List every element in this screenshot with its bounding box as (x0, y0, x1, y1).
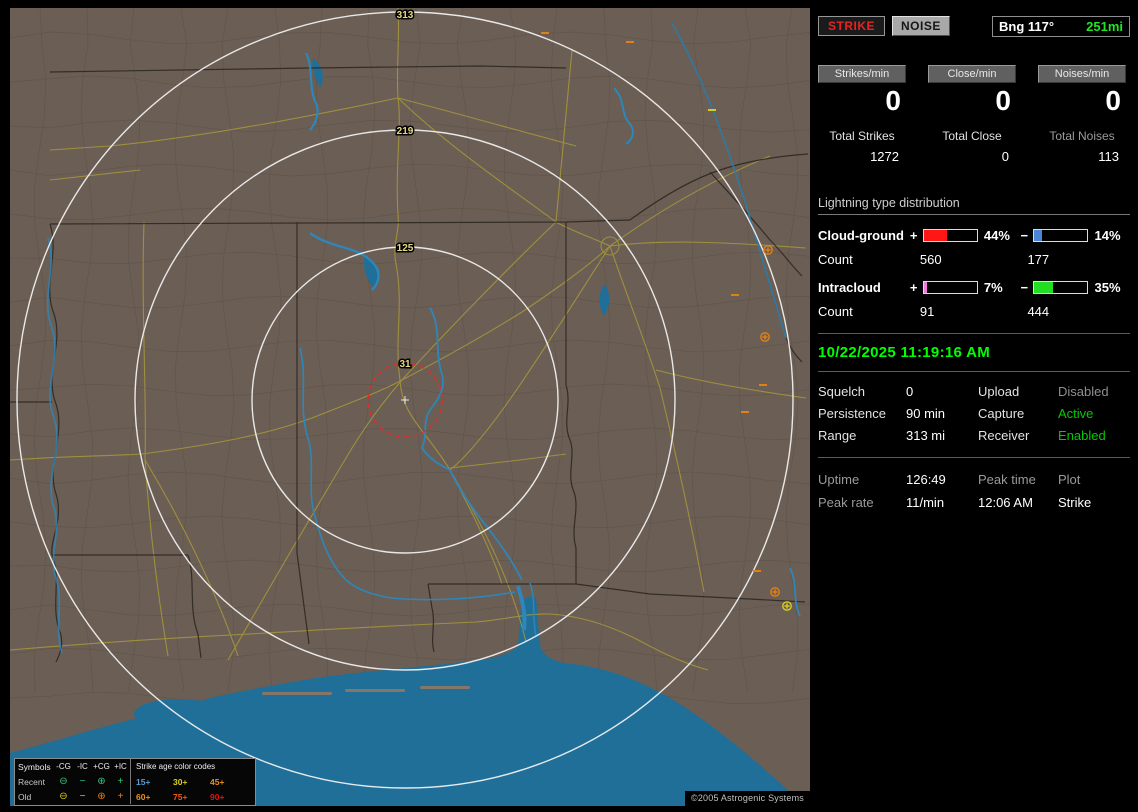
lightning-map: 313 219 125 31 Symbols -CG -IC +CG +IC S… (10, 8, 810, 806)
range-label: Range (818, 427, 857, 443)
symbol-legend: Symbols -CG -IC +CG +IC Strike age color… (14, 758, 256, 806)
cg-negative-percent: 14% (1094, 227, 1121, 243)
close-min-button[interactable]: Close/min (928, 65, 1016, 83)
ring-label-313: 313 (397, 10, 414, 21)
persistence-label: Persistence (818, 405, 886, 421)
legend-type-pos-cg: +CG (93, 761, 110, 771)
plus-sign: + (909, 279, 918, 295)
total-noises-value: 113 (1098, 148, 1119, 164)
strikes-min-button[interactable]: Strikes/min (818, 65, 906, 83)
mode-header: STRIKE NOISE Bng 117° 251mi (818, 15, 1130, 37)
ring-label-125: 125 (397, 243, 414, 254)
legend-type-pos-ic: +IC (114, 761, 127, 771)
intracloud-row: Intracloud + 7% − 35% (818, 280, 1130, 295)
legend-age-row: Old ⊖ − ⊕ +60+ 75+ 90+ (15, 789, 255, 804)
copyright-notice: ©2005 Astrogenic Systems (685, 791, 810, 806)
total-noises-label: Total Noises (1049, 128, 1115, 143)
intracloud-counts: Count 91 444 (818, 304, 1130, 319)
noises-counter-column: Noises/min 0 Total Noises 113 (1038, 65, 1126, 164)
legend-body: Recent ⊖ − ⊕ +15+ 30+ 45+ Old ⊖ − ⊕ +60+ 75+ 90+ (15, 774, 255, 804)
legend-symbols-title: Symbols (18, 761, 51, 772)
receiver-label: Receiver (978, 427, 1030, 443)
session-stats-grid: Uptime 126:49 Peak time Plot Peak rate 1… (818, 472, 1130, 510)
plot-label: Plot (1058, 471, 1081, 487)
divider (818, 456, 1130, 458)
persistence-value: 90 min (906, 405, 946, 421)
total-strikes-value: 1272 (870, 148, 899, 164)
cg-positive-percent: 44% (983, 227, 1010, 243)
cg-positive-gauge (922, 228, 978, 242)
peak-time-value: 12:06 AM (978, 494, 1033, 510)
ring-label-31: 31 (399, 359, 411, 370)
divider (818, 332, 1130, 334)
noises-min-value: 0 (1105, 85, 1121, 116)
rate-counters: Strikes/min 0 Total Strikes 1272 Close/m… (818, 65, 1130, 164)
ic-positive-percent: 7% (983, 279, 1003, 295)
squelch-label: Squelch (818, 383, 865, 399)
count-label: Count (818, 251, 853, 267)
upload-label: Upload (978, 383, 1020, 399)
close-min-value: 0 (995, 85, 1011, 116)
cloud-ground-label: Cloud-ground (818, 227, 904, 243)
legend-type-neg-cg: -CG (56, 761, 71, 771)
strikes-counter-column: Strikes/min 0 Total Strikes 1272 (818, 65, 906, 164)
total-close-label: Total Close (942, 128, 1002, 143)
bearing-value: Bng 117° (999, 18, 1055, 34)
cloud-ground-counts: Count 560 177 (818, 252, 1130, 267)
datetime-display: 10/22/2025 11:19:16 AM (818, 343, 990, 361)
minus-sign: − (1020, 279, 1029, 295)
capture-label: Capture (978, 405, 1025, 421)
peak-rate-label: Peak rate (818, 494, 874, 510)
squelch-value: 0 (906, 383, 914, 399)
status-sidebar: STRIKE NOISE Bng 117° 251mi Strikes/min … (818, 8, 1130, 510)
map-canvas: 313 219 125 31 (10, 8, 810, 806)
bearing-range-value: 251mi (1086, 18, 1123, 34)
ic-negative-gauge (1033, 280, 1089, 294)
cg-negative-count: 177 (1027, 251, 1050, 267)
ic-negative-count: 444 (1027, 303, 1050, 319)
ic-positive-gauge (922, 280, 978, 294)
intracloud-label: Intracloud (818, 279, 881, 295)
strikes-min-value: 0 (885, 85, 901, 116)
cloud-ground-row: Cloud-ground + 44% − 14% (818, 228, 1130, 243)
legend-type-neg-ic: -IC (77, 761, 88, 771)
divider (818, 370, 1130, 372)
uptime-label: Uptime (818, 471, 860, 487)
total-strikes-label: Total Strikes (829, 128, 895, 143)
ic-negative-percent: 35% (1094, 279, 1121, 295)
range-value: 313 mi (906, 427, 946, 443)
legend-header: Symbols -CG -IC +CG +IC Strike age color… (15, 759, 255, 774)
plus-sign: + (909, 227, 918, 243)
capture-value: Active (1058, 405, 1094, 421)
peak-rate-value: 11/min (906, 494, 945, 510)
noises-min-button[interactable]: Noises/min (1038, 65, 1126, 83)
legend-age-title: Strike age color codes (136, 762, 216, 771)
receiver-status-grid: Squelch 0 Upload Disabled Persistence 90… (818, 384, 1130, 443)
cg-negative-gauge (1033, 228, 1089, 242)
distribution-title: Lightning type distribution (818, 196, 1130, 215)
receiver-value: Enabled (1058, 427, 1106, 443)
close-counter-column: Close/min 0 Total Close 0 (928, 65, 1016, 164)
bearing-readout: Bng 117° 251mi (992, 15, 1130, 37)
cg-positive-count: 560 (919, 251, 942, 267)
ring-label-219: 219 (397, 126, 414, 137)
count-label: Count (818, 303, 853, 319)
upload-value: Disabled (1058, 383, 1109, 399)
minus-sign: − (1020, 227, 1029, 243)
plot-mode-value: Strike (1058, 494, 1092, 510)
noise-mode-button[interactable]: NOISE (892, 16, 950, 36)
strike-mode-button[interactable]: STRIKE (818, 16, 886, 36)
ic-positive-count: 91 (919, 303, 935, 319)
uptime-value: 126:49 (906, 471, 946, 487)
total-close-value: 0 (1001, 148, 1009, 164)
legend-age-row: Recent ⊖ − ⊕ +15+ 30+ 45+ (15, 774, 255, 789)
peak-time-label: Peak time (978, 471, 1036, 487)
